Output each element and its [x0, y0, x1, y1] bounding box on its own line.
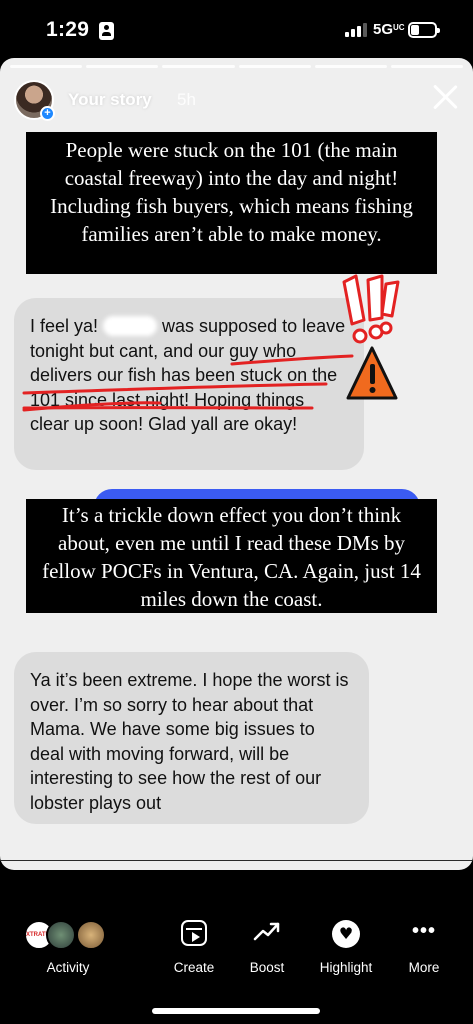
redacted-name [103, 316, 158, 336]
highlight-label: Highlight [319, 960, 373, 975]
boost-label: Boost [249, 960, 285, 975]
home-indicator[interactable] [152, 1008, 320, 1014]
more-dots-icon: ••• [411, 920, 437, 942]
status-bar: 1:29 5GUC [0, 0, 473, 58]
story-divider [0, 860, 473, 861]
signal-icon [345, 23, 367, 37]
viewer-avatar [76, 920, 106, 950]
story-caption-middle: It’s a trickle down effect you don’t thi… [26, 499, 437, 613]
trending-up-icon [253, 922, 280, 941]
network-label: 5GUC [373, 21, 405, 38]
dm-screenshot-1: I feel ya! was supposed to leave tonight… [14, 298, 364, 470]
story-username[interactable]: Your story [68, 90, 152, 110]
dm-1-text-start: I feel ya! [30, 316, 104, 336]
contact-card-icon [99, 22, 114, 40]
status-time: 1:29 [46, 18, 90, 41]
story-header: + Your story 5h [14, 78, 459, 122]
story-toolbar: XTRATUF Activity Create Boost Highlight … [0, 912, 473, 982]
more-label: More [408, 960, 440, 975]
story-card[interactable]: + Your story 5h People were stuck on the… [0, 58, 473, 870]
reels-create-icon [181, 920, 207, 946]
highlight-heart-icon [332, 920, 360, 948]
story-caption-top: People were stuck on the 101 (the main c… [26, 132, 437, 274]
story-timestamp: 5h [177, 90, 196, 109]
battery-icon [408, 22, 440, 38]
viewer-avatars[interactable]: XTRATUF [24, 920, 114, 952]
activity-label: Activity [46, 960, 90, 975]
viewer-avatar [46, 920, 76, 950]
story-progress [10, 65, 464, 68]
dm-screenshot-2: Ya it’s been extreme. I hope the worst i… [14, 652, 369, 824]
close-icon[interactable] [431, 82, 459, 110]
add-story-icon[interactable]: + [40, 106, 55, 121]
